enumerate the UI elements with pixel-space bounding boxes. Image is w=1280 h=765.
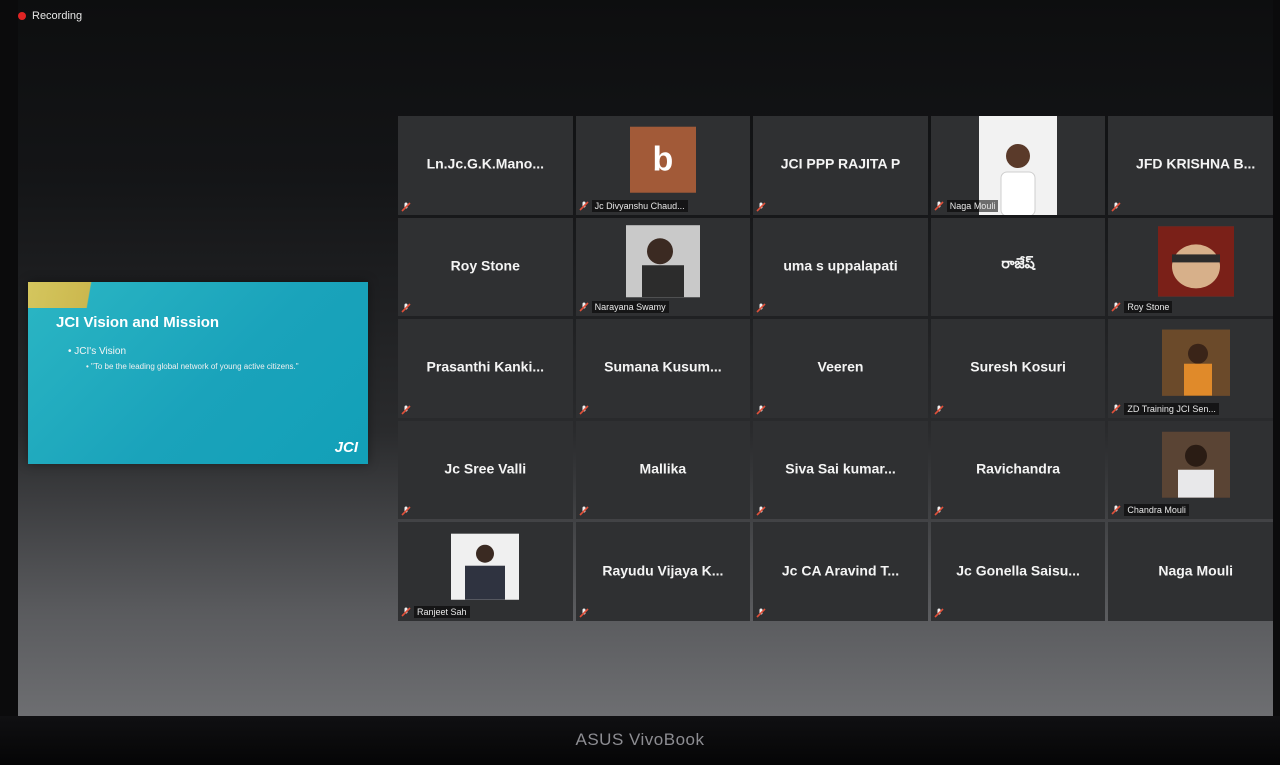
participant-tile[interactable]: Naga Mouli [1108,522,1273,621]
mic-muted-icon [401,506,411,516]
participant-tile[interactable]: Prasanthi Kanki... [398,319,573,418]
slide-subbullet: • "To be the leading global network of y… [86,362,299,371]
participant-tile[interactable]: Roy Stone [1108,217,1273,317]
participant-label: ZD Training JCI Sen... [1124,402,1219,415]
participant-tile[interactable]: Chandra Mouli [1108,420,1273,520]
slide-title: JCI Vision and Mission [56,314,220,331]
mic-muted-icon [934,608,944,618]
participant-name: Sumana Kusum... [604,358,722,375]
participant-tile[interactable]: Jc CA Aravind T... [753,522,928,621]
participant-tile[interactable]: Suresh Kosuri [930,319,1106,418]
participant-tile[interactable]: Rayudu Vijaya K... [575,522,751,621]
avatar: b [629,127,696,194]
participant-label: Ranjeet Sah [414,605,470,618]
participant-label: Roy Stone [1124,301,1173,314]
jci-logo: JCI [334,439,358,456]
participant-name: JCI PPP RAJITA P [780,155,901,172]
mic-muted-icon [401,303,411,313]
participant-tile[interactable]: రాజేష్ [930,217,1106,317]
participant-name: JFD KRISHNA B... [1136,155,1256,172]
participant-tile[interactable]: ZD Training JCI Sen... [1108,319,1273,418]
recording-label: Recording [32,10,83,22]
participant-tile[interactable]: Mallika [575,420,751,520]
slide-bullet: • JCI's Vision [68,346,127,357]
participant-name: Rayudu Vijaya K... [602,562,724,579]
mic-muted-icon [756,405,766,415]
slide-decoration [28,282,128,308]
avatar [451,533,520,600]
participant-name: Ravichandra [976,460,1061,477]
mic-muted-icon [401,607,411,617]
participant-name: రాజేష్ [1001,254,1035,271]
mic-muted-icon [579,405,589,415]
mic-muted-icon [756,608,766,618]
participant-name: Prasanthi Kanki... [426,358,545,375]
participant-name: Roy Stone [450,257,520,274]
participant-tile[interactable]: Siva Sai kumar... [753,420,928,520]
avatar [1161,330,1230,397]
recording-indicator[interactable]: Recording [18,10,82,22]
participant-tile[interactable]: JCI PPP RAJITA P [753,116,928,215]
participant-name: Jc CA Aravind T... [781,562,900,579]
mic-muted-icon [579,302,589,312]
avatar [1157,226,1234,297]
participant-tile[interactable]: Roy Stone [398,217,573,317]
mic-muted-icon [579,506,589,516]
mic-muted-icon [756,202,766,212]
participant-name: Suresh Kosuri [970,358,1066,375]
participant-tile[interactable]: Narayana Swamy [575,217,751,317]
participant-grid: Ln.Jc.G.K.Mano... b Jc Divyanshu Chaud..… [398,116,1273,621]
participant-name: Jc Gonella Saisu... [956,562,1080,579]
mic-muted-icon [579,201,589,211]
participant-name: Naga Mouli [1158,562,1234,579]
participant-tile[interactable]: b Jc Divyanshu Chaud... [575,116,751,215]
record-dot-icon [18,12,26,20]
mic-muted-icon [756,303,766,313]
participant-tile[interactable]: Veeren [753,319,928,418]
laptop-brand: ASUS VivoBook [575,730,705,749]
participant-tile[interactable]: Ln.Jc.G.K.Mano... [398,116,573,215]
mic-muted-icon [934,201,944,211]
mic-muted-icon [401,405,411,415]
mic-muted-icon [579,608,589,618]
participant-tile[interactable]: Jc Gonella Saisu... [930,522,1106,621]
participant-tile[interactable]: uma s uppalapati [753,217,928,317]
shared-screen[interactable]: JCI Vision and Mission • JCI's Vision • … [28,282,368,464]
mic-muted-icon [934,405,944,415]
mic-muted-icon [1111,302,1121,312]
participant-name: Siva Sai kumar... [785,460,896,477]
participant-label: Naga Mouli [946,199,999,212]
mic-muted-icon [934,506,944,516]
screen: Recording JCI Vision and Mission • JCI's… [18,0,1273,720]
participant-tile[interactable]: Sumana Kusum... [575,319,751,418]
participant-name: Ln.Jc.G.K.Mano... [426,155,545,172]
avatar [625,225,700,298]
mic-muted-icon [401,202,411,212]
participant-tile[interactable]: Ranjeet Sah [398,522,573,621]
participant-label: Jc Divyanshu Chaud... [591,199,688,212]
participant-tile[interactable]: Naga Mouli [930,116,1106,215]
participant-name: Veeren [817,358,864,375]
participant-name: Jc Sree Valli [444,460,527,477]
participant-tile[interactable]: Ravichandra [930,420,1106,520]
participant-tile[interactable]: Jc Sree Valli [398,420,573,520]
avatar [1161,431,1230,498]
mic-muted-icon [1111,404,1121,414]
participant-label: Chandra Mouli [1124,504,1189,517]
mic-muted-icon [756,506,766,516]
participant-label: Narayana Swamy [591,301,669,314]
mic-muted-icon [1111,505,1121,515]
participant-name: Mallika [639,460,687,477]
participant-tile[interactable]: JFD KRISHNA B... [1108,116,1273,215]
participant-name: uma s uppalapati [783,257,898,274]
mic-muted-icon [1111,202,1121,212]
